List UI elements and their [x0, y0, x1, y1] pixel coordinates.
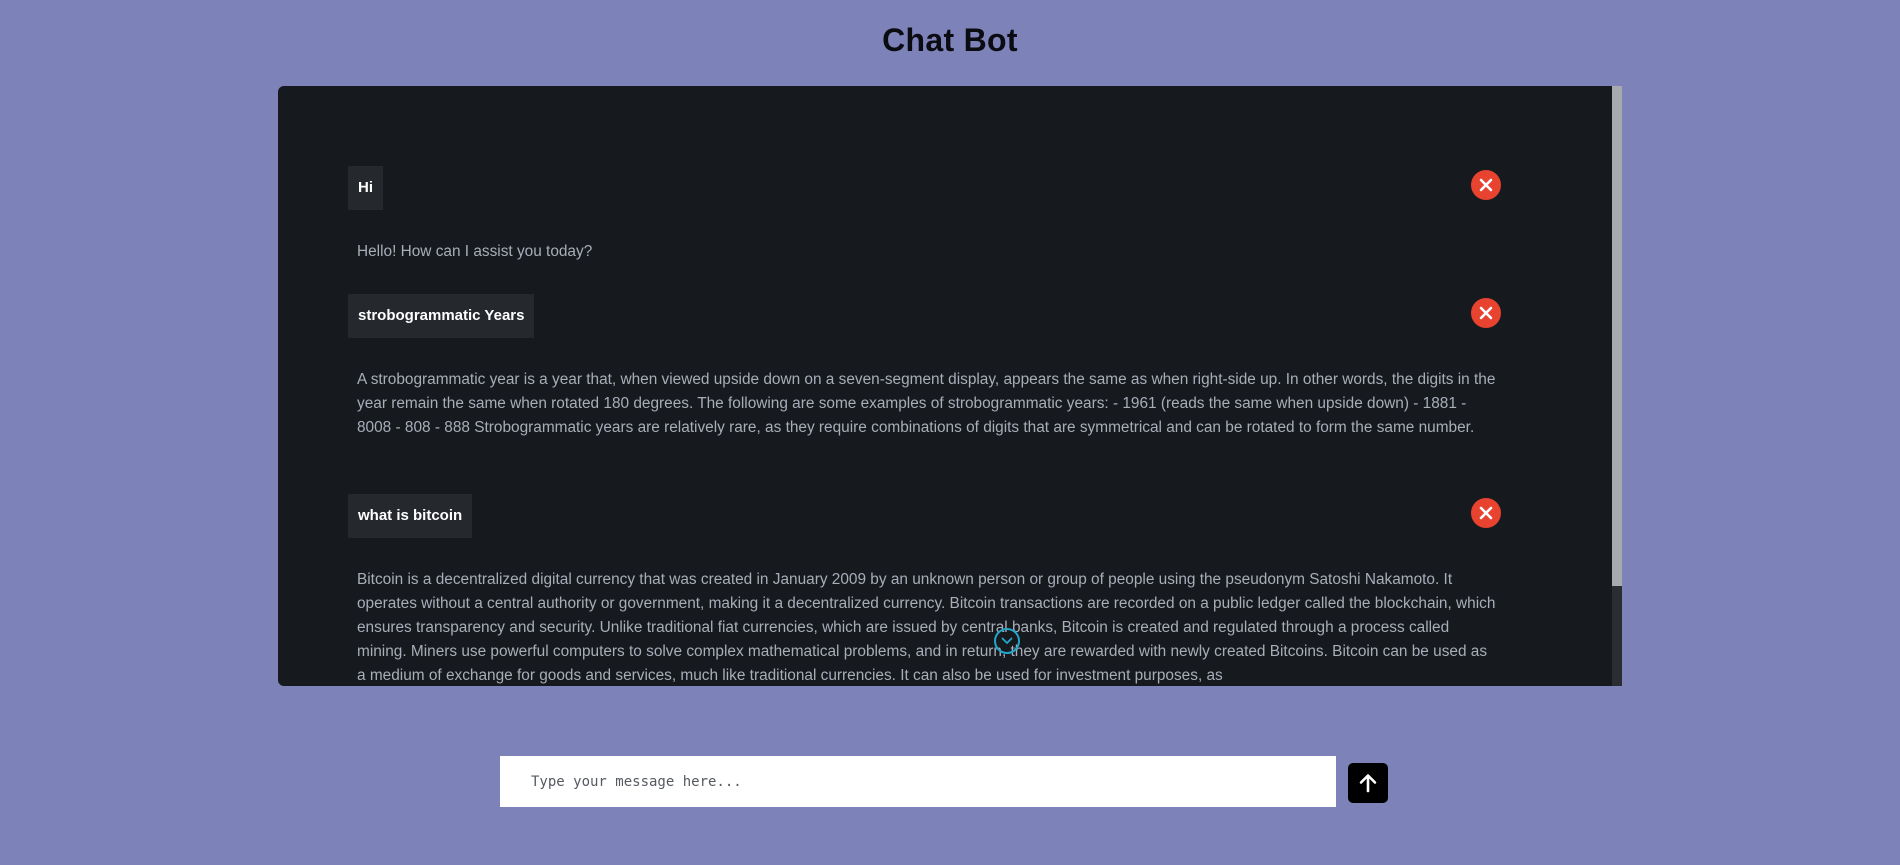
- send-button[interactable]: [1348, 763, 1388, 803]
- bot-message: A strobogrammatic year is a year that, w…: [357, 371, 1496, 436]
- message-input[interactable]: [500, 756, 1336, 807]
- chat-panel[interactable]: Hi Hello! How can I assist you today? st…: [278, 86, 1622, 686]
- user-message: what is bitcoin: [348, 494, 473, 538]
- scroll-down-button[interactable]: [994, 628, 1020, 654]
- message-list: Hi Hello! How can I assist you today? st…: [278, 86, 1612, 686]
- close-icon: [1479, 178, 1493, 192]
- scrollbar[interactable]: [1612, 86, 1622, 686]
- chevron-down-icon: [1001, 637, 1013, 644]
- scrollbar-thumb[interactable]: [1612, 86, 1622, 586]
- delete-message-button[interactable]: [1471, 170, 1501, 200]
- bot-message: Hello! How can I assist you today?: [357, 243, 593, 260]
- close-icon: [1479, 506, 1493, 520]
- delete-message-button[interactable]: [1471, 498, 1501, 528]
- user-message: strobogrammatic Years: [348, 294, 535, 338]
- arrow-up-icon: [1359, 774, 1377, 793]
- close-icon: [1479, 306, 1493, 320]
- delete-message-button[interactable]: [1471, 298, 1501, 328]
- user-message: Hi: [348, 166, 383, 210]
- bot-message: Bitcoin is a decentralized digital curre…: [357, 571, 1496, 684]
- page-title: Chat Bot: [882, 22, 1018, 58]
